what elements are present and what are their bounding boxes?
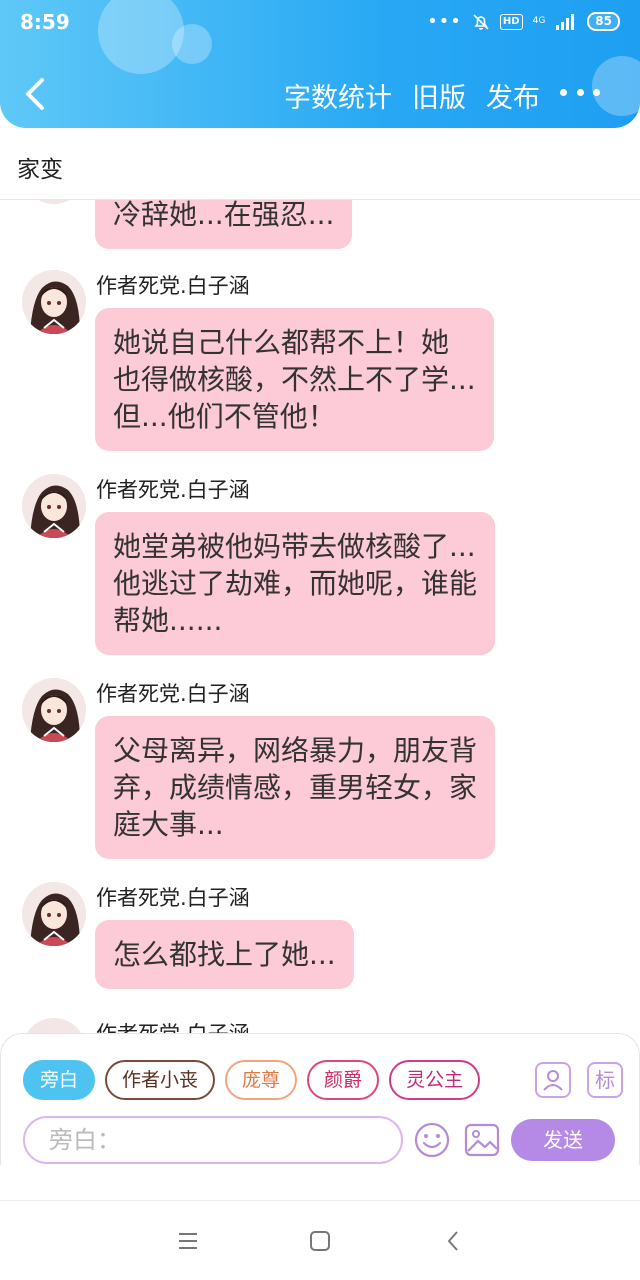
back-triangle-icon[interactable]	[442, 1229, 466, 1253]
message-line: 她堂弟被他妈带去做核酸了...	[113, 530, 476, 563]
message-bubble[interactable]: 父母离异，网络暴力，朋友背 弃，成绩情感，重男轻女，家 庭大事...	[95, 716, 496, 859]
avatar[interactable]	[22, 678, 86, 742]
input-panel: 旁白作者小丧庞尊颜爵灵公主 标 发送	[0, 1033, 640, 1165]
message-bubble[interactable]: 冷辞她...在强忍...	[95, 200, 353, 249]
avatar[interactable]	[22, 200, 86, 204]
publish-button[interactable]: 发布	[486, 76, 540, 115]
message-input[interactable]	[23, 1116, 403, 1164]
message-line: 她说自己什么都帮不上！她	[113, 326, 450, 359]
network-type: 4G	[532, 16, 546, 26]
header-actions: 字数统计 旧版 发布	[284, 76, 540, 115]
system-navigation-bar	[0, 1200, 640, 1280]
tag-button[interactable]: 标	[587, 1062, 623, 1098]
message-line: 庭大事...	[113, 808, 224, 841]
role-chip[interactable]: 庞尊	[225, 1060, 298, 1100]
word-count-button[interactable]: 字数统计	[284, 76, 392, 115]
message-line: 他逃过了劫难，而她呢，谁能	[113, 567, 478, 600]
role-chip[interactable]: 灵公主	[389, 1060, 481, 1100]
image-icon[interactable]	[463, 1121, 501, 1159]
message-line: 帮她......	[113, 604, 223, 637]
home-square-icon[interactable]	[308, 1229, 332, 1253]
mute-bell-icon	[473, 13, 489, 30]
message-line: 怎么都找上了她...	[113, 938, 336, 971]
author-name: 作者死党.白子涵	[96, 478, 250, 502]
signal-icon	[556, 13, 575, 30]
role-chip[interactable]: 颜爵	[307, 1060, 380, 1100]
document-title[interactable]: 家变	[17, 150, 63, 184]
chat-area[interactable]: 冷辞她...在强忍... 作者死党.白子涵 她说自己什么都帮不上！她 也得做核酸…	[0, 200, 640, 1034]
nav-row: 字数统计 旧版 发布	[0, 62, 640, 126]
status-bar: 8:59 ••• HD 4G 85	[0, 0, 640, 44]
emoji-icon[interactable]	[413, 1121, 451, 1159]
role-chip-narration[interactable]: 旁白	[23, 1060, 96, 1100]
avatar[interactable]	[22, 1018, 86, 1034]
avatar[interactable]	[22, 882, 86, 946]
message-line: 弃，成绩情感，重男轻女，家	[113, 771, 478, 804]
battery-level: 85	[587, 12, 620, 31]
title-row: 家变	[0, 128, 640, 200]
message-line: 也得做核酸，不然上不了学...	[113, 363, 476, 396]
menu-icon[interactable]	[176, 1229, 200, 1253]
message-bubble[interactable]: 怎么都找上了她...	[95, 920, 354, 989]
role-selector: 旁白 作者小丧 庞尊 颜爵 灵公主 标	[23, 1060, 623, 1102]
avatar-illustration	[22, 270, 86, 334]
role-chips[interactable]: 旁白 作者小丧 庞尊 颜爵 灵公主	[23, 1060, 517, 1102]
author-name: 作者死党.白子涵	[96, 274, 250, 298]
message-bubble[interactable]: 她堂弟被他妈带去做核酸了... 他逃过了劫难，而她呢，谁能 帮她......	[95, 512, 496, 655]
message-line: 父母离异，网络暴力，朋友背	[113, 734, 478, 767]
avatar[interactable]	[22, 270, 86, 334]
send-button[interactable]: 发送	[511, 1119, 615, 1161]
role-person-icon[interactable]	[535, 1062, 571, 1098]
avatar-illustration	[22, 678, 86, 742]
person-icon	[543, 1070, 563, 1091]
status-time: 8:59	[20, 10, 70, 34]
message-line: 但...他们不管他！	[113, 400, 336, 433]
notification-dots-icon: •••	[427, 11, 462, 32]
avatar-illustration	[22, 474, 86, 538]
input-row: 发送	[23, 1116, 623, 1164]
avatar[interactable]	[22, 474, 86, 538]
old-version-button[interactable]: 旧版	[412, 76, 466, 115]
status-icons: ••• HD 4G 85	[427, 11, 620, 32]
app-header: 8:59 ••• HD 4G 85 字数统计 旧版 发布	[0, 0, 640, 128]
role-chip[interactable]: 作者小丧	[105, 1060, 216, 1100]
message-bubble[interactable]: 她说自己什么都帮不上！她 也得做核酸，不然上不了学... 但...他们不管他！	[95, 308, 494, 451]
more-dots-icon[interactable]	[560, 84, 600, 100]
author-name: 作者死党.白子涵	[96, 682, 250, 706]
avatar-illustration	[22, 882, 86, 946]
message-line: 冷辞她...在强忍...	[113, 200, 335, 231]
author-name: 作者死党.白子涵	[96, 1022, 250, 1034]
author-name: 作者死党.白子涵	[96, 886, 250, 910]
hd-badge: HD	[499, 13, 523, 30]
chevron-left-icon[interactable]	[18, 74, 52, 114]
